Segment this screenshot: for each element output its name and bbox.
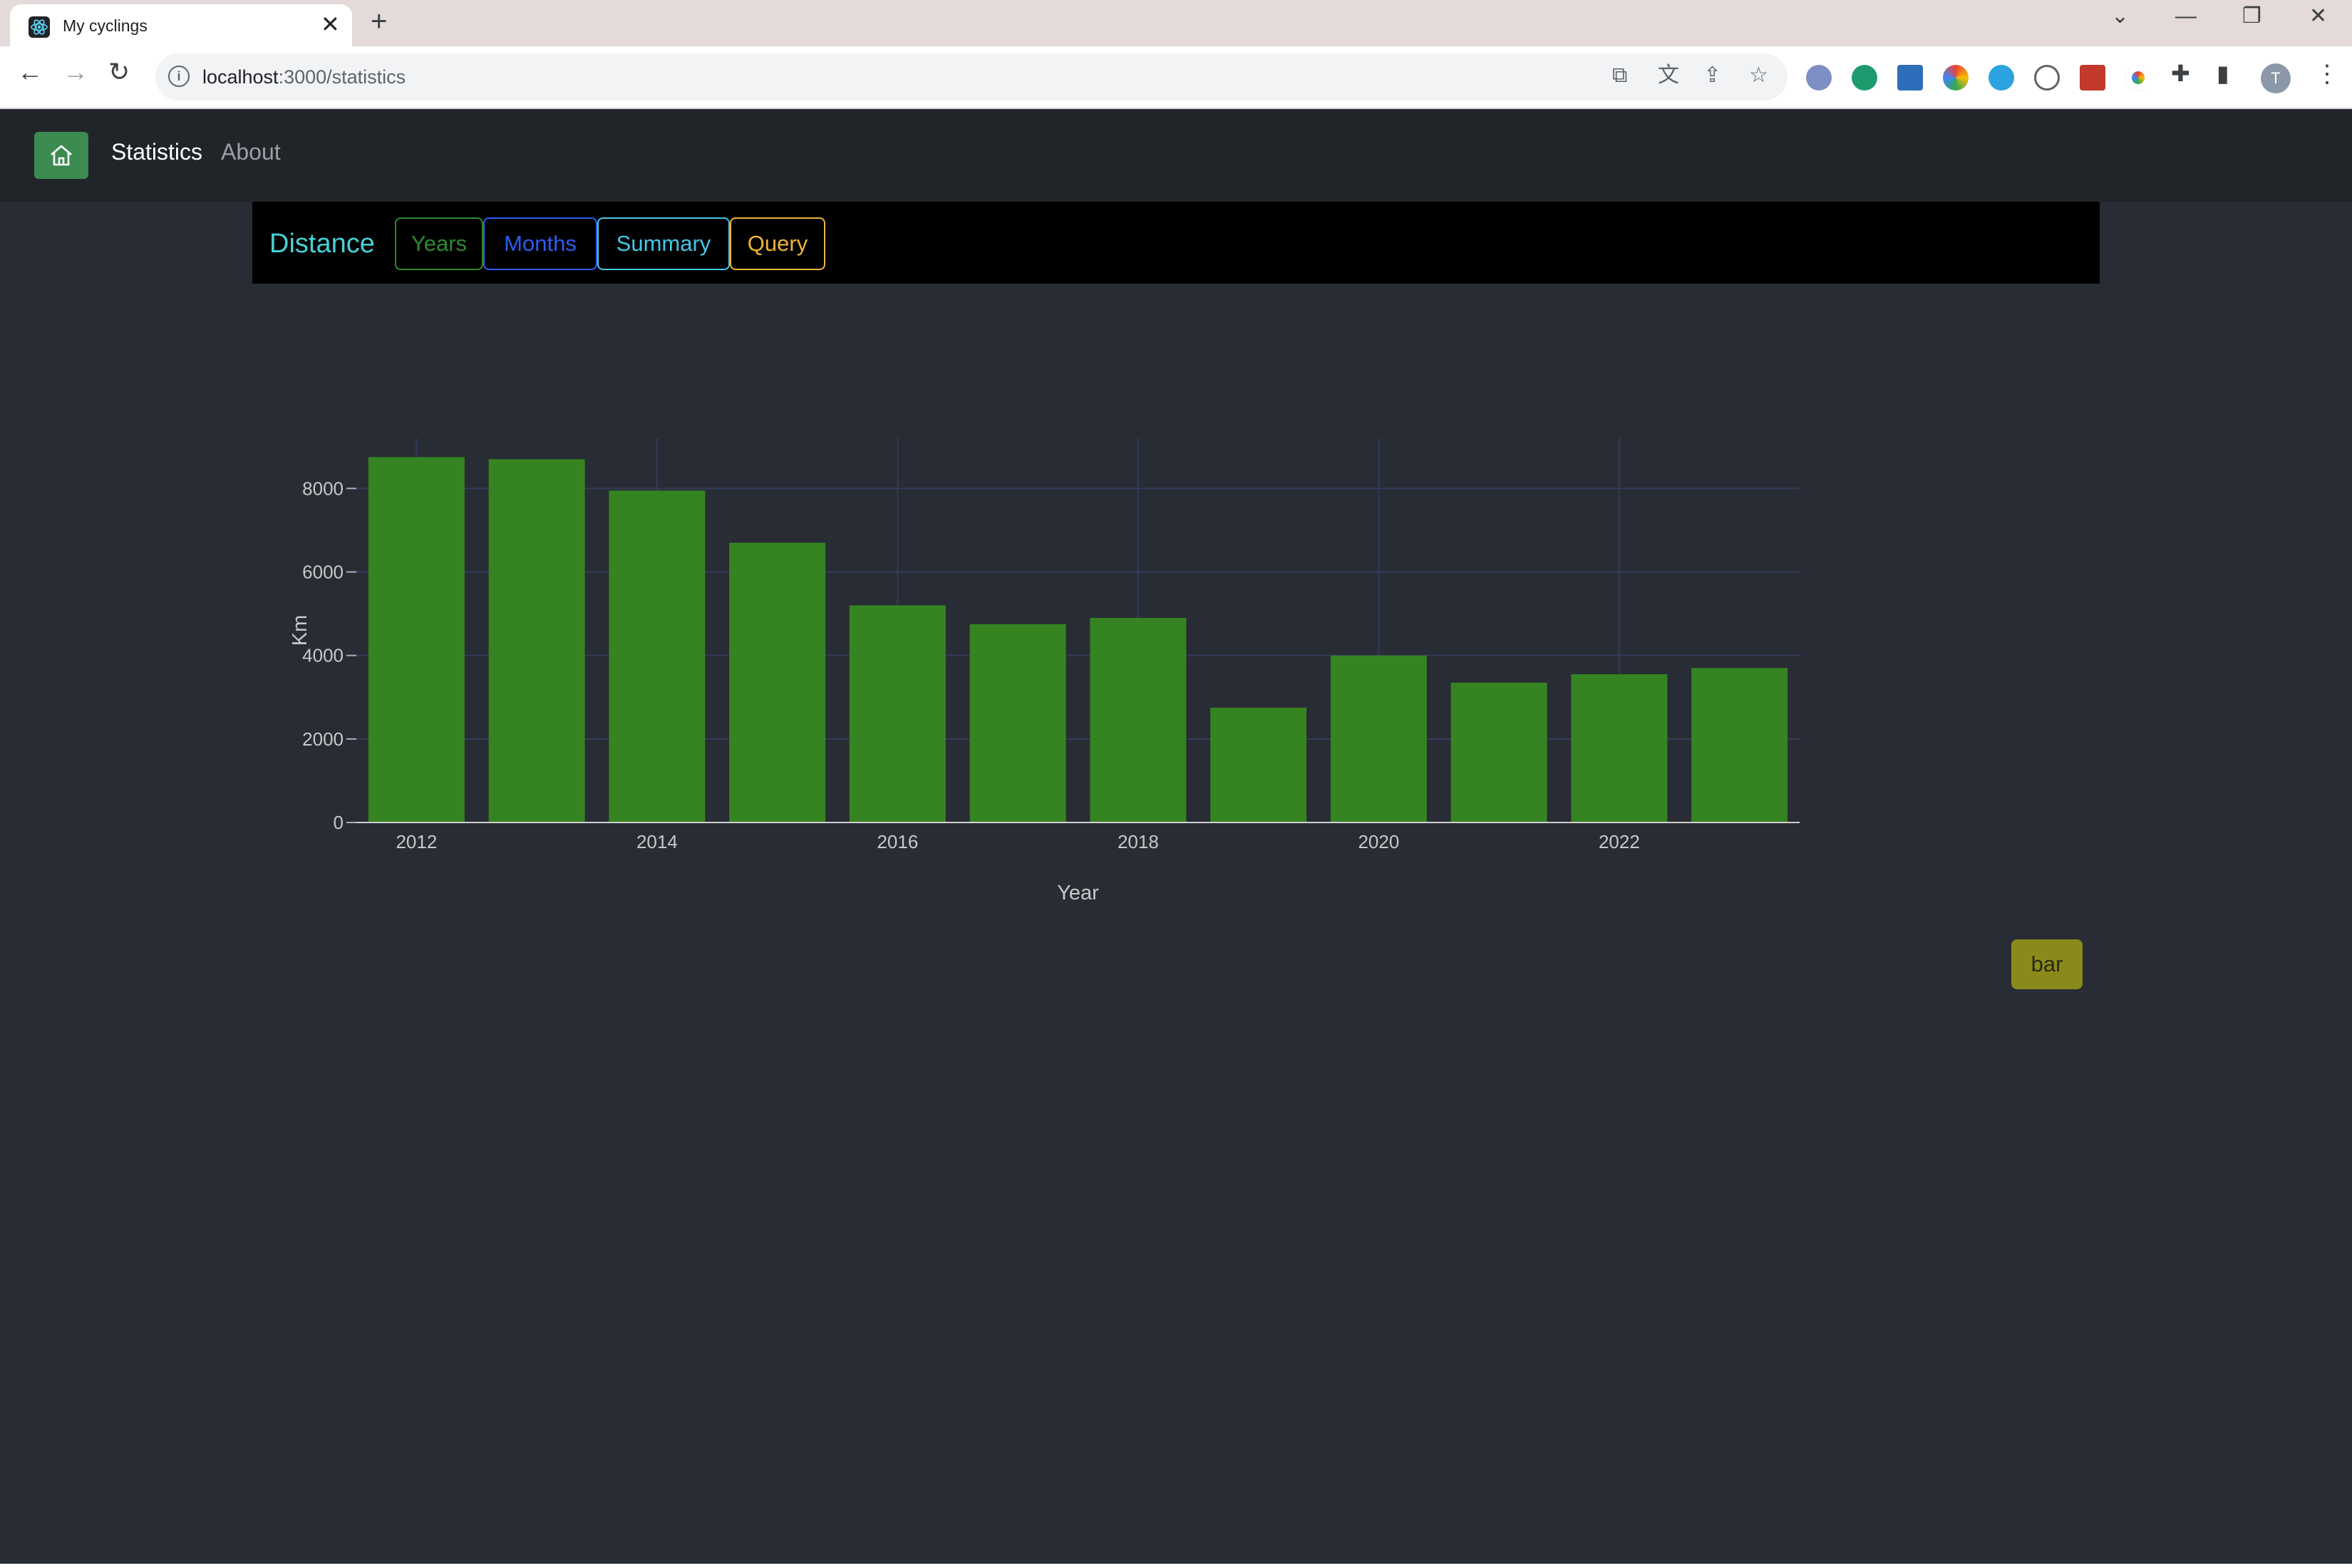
- share-icon[interactable]: ⇪: [1703, 65, 1721, 86]
- x-tick-label: 2018: [1118, 831, 1159, 852]
- extension-icon-8[interactable]: [2125, 65, 2151, 91]
- bar-2021: [1450, 682, 1547, 822]
- plus-icon[interactable]: +: [371, 7, 387, 36]
- bar-2020: [1330, 655, 1427, 822]
- home-icon: [51, 145, 72, 166]
- close-icon[interactable]: ✕: [321, 13, 340, 36]
- chart-type-button[interactable]: bar: [2011, 939, 2083, 989]
- x-tick-label: 2014: [636, 831, 678, 852]
- puzzle-icon[interactable]: ✚: [2171, 62, 2190, 85]
- window-bottom-edge: [0, 1564, 2352, 1568]
- browser-tabstrip: My cyclings ✕ + ⌄ — ❐ ✕: [0, 0, 2352, 46]
- y-tick-label: 6000: [302, 561, 344, 582]
- x-tick-label: 2022: [1599, 831, 1640, 852]
- url-text[interactable]: localhost:3000/statistics: [202, 66, 406, 88]
- x-tick-label: 2012: [396, 831, 437, 852]
- extension-icon-6[interactable]: [2034, 65, 2060, 91]
- reload-icon[interactable]: ↻: [108, 59, 130, 85]
- star-icon[interactable]: ☆: [1749, 65, 1768, 86]
- url-path: :3000/statistics: [278, 66, 406, 88]
- home-button[interactable]: [34, 132, 88, 179]
- browser-toolbar: ← → ↻ i localhost:3000/statistics ⧉ 文 ⇪ …: [0, 46, 2352, 109]
- window-close-icon[interactable]: ✕: [2309, 6, 2327, 27]
- side-panel-icon[interactable]: ▮: [2217, 62, 2229, 85]
- kebab-menu-icon[interactable]: ⋮: [2315, 62, 2339, 86]
- translate-icon[interactable]: 文: [1658, 65, 1679, 86]
- bar-2018: [1090, 617, 1187, 822]
- extension-icon-7[interactable]: [2080, 65, 2105, 91]
- url-host: localhost: [202, 66, 279, 88]
- nav-link-about[interactable]: About: [221, 139, 281, 165]
- extension-icon-1[interactable]: [1806, 65, 1832, 91]
- y-axis-title: Km: [289, 615, 311, 646]
- y-tick-label: 8000: [302, 478, 344, 499]
- bar-2022: [1571, 674, 1668, 822]
- app-navbar: Statistics About: [0, 110, 2352, 202]
- bar-2015: [729, 542, 826, 822]
- react-logo-icon: [29, 16, 50, 38]
- info-icon[interactable]: i: [168, 66, 190, 87]
- years-button[interactable]: Years: [395, 217, 483, 270]
- browser-tab[interactable]: My cyclings ✕: [10, 4, 352, 46]
- arrow-right-icon[interactable]: →: [63, 59, 88, 85]
- x-tick-label: 2016: [877, 831, 918, 852]
- arrow-left-icon[interactable]: ←: [17, 59, 43, 85]
- extension-icon-2[interactable]: [1852, 65, 1877, 91]
- bar-2019: [1210, 707, 1307, 822]
- bar-2017: [969, 624, 1066, 822]
- bar-2016: [849, 605, 946, 822]
- stats-subbar: Distance Years Months Summary Query: [252, 202, 2100, 284]
- summary-button[interactable]: Summary: [597, 217, 730, 270]
- chevron-down-icon[interactable]: ⌄: [2111, 6, 2129, 27]
- nav-link-statistics[interactable]: Statistics: [111, 139, 202, 165]
- months-button[interactable]: Months: [483, 217, 597, 270]
- bar-2014: [609, 490, 706, 822]
- address-bar[interactable]: i localhost:3000/statistics ⧉ 文 ⇪ ☆: [155, 53, 1788, 100]
- highlighter-icon[interactable]: [1897, 65, 1923, 91]
- y-tick-label: 0: [334, 812, 344, 833]
- color-picker-icon[interactable]: [1943, 65, 1969, 91]
- bar-2023: [1691, 668, 1788, 822]
- y-tick-label: 2000: [302, 728, 344, 750]
- minimize-icon[interactable]: —: [2175, 6, 2197, 27]
- tab-title: My cyclings: [63, 16, 148, 35]
- restore-icon[interactable]: ❐: [2242, 6, 2261, 27]
- section-title[interactable]: Distance: [269, 229, 375, 259]
- y-tick-label: 4000: [302, 645, 344, 666]
- bar-2013: [488, 459, 585, 822]
- x-axis-title: Year: [1057, 882, 1099, 904]
- open-in-app-icon[interactable]: ⧉: [1612, 65, 1627, 86]
- distance-bar-chart: 0 2000 4000 6000 8000 2012 2014 2016 2018 2020 202…: [289, 438, 1800, 904]
- avatar[interactable]: T: [2261, 63, 2291, 93]
- query-button[interactable]: Query: [730, 217, 825, 270]
- telegram-icon[interactable]: [1989, 65, 2014, 91]
- x-tick-label: 2020: [1358, 831, 1399, 852]
- bar-2012: [368, 457, 465, 822]
